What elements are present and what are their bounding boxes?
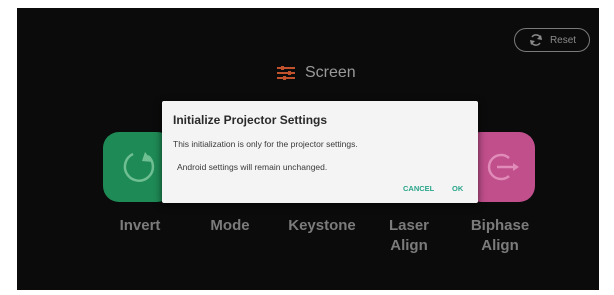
biphase-align-label[interactable]: Biphase Align — [462, 216, 538, 256]
initialize-dialog: Initialize Projector Settings This initi… — [162, 101, 478, 203]
screen-header: Screen — [277, 62, 356, 84]
laser-align-line2: Align — [390, 237, 428, 254]
laser-align-line1: Laser — [388, 217, 430, 234]
dialog-message-1: This initialization is only for the proj… — [173, 139, 358, 149]
biphase-icon — [487, 153, 519, 181]
mode-label[interactable]: Mode — [200, 216, 260, 236]
sliders-icon — [277, 66, 295, 80]
projector-screen: Reset Screen Invert Mode Keystone Laser … — [17, 8, 599, 290]
biphase-align-line1: Biphase — [470, 217, 530, 234]
cancel-button[interactable]: CANCEL — [403, 184, 434, 193]
keystone-label[interactable]: Keystone — [279, 216, 365, 236]
page-title: Screen — [305, 64, 356, 81]
reset-label: Reset — [549, 34, 577, 46]
laser-align-label[interactable]: Laser Align — [379, 216, 439, 256]
biphase-align-line2: Align — [481, 237, 519, 254]
rotate-icon — [123, 152, 155, 182]
ok-button[interactable]: OK — [452, 184, 463, 193]
reset-icon — [529, 34, 542, 46]
invert-label[interactable]: Invert — [112, 216, 168, 236]
dialog-message-2: Android settings will remain unchanged. — [177, 162, 328, 172]
dialog-title: Initialize Projector Settings — [173, 113, 328, 127]
reset-button[interactable]: Reset — [514, 28, 590, 52]
